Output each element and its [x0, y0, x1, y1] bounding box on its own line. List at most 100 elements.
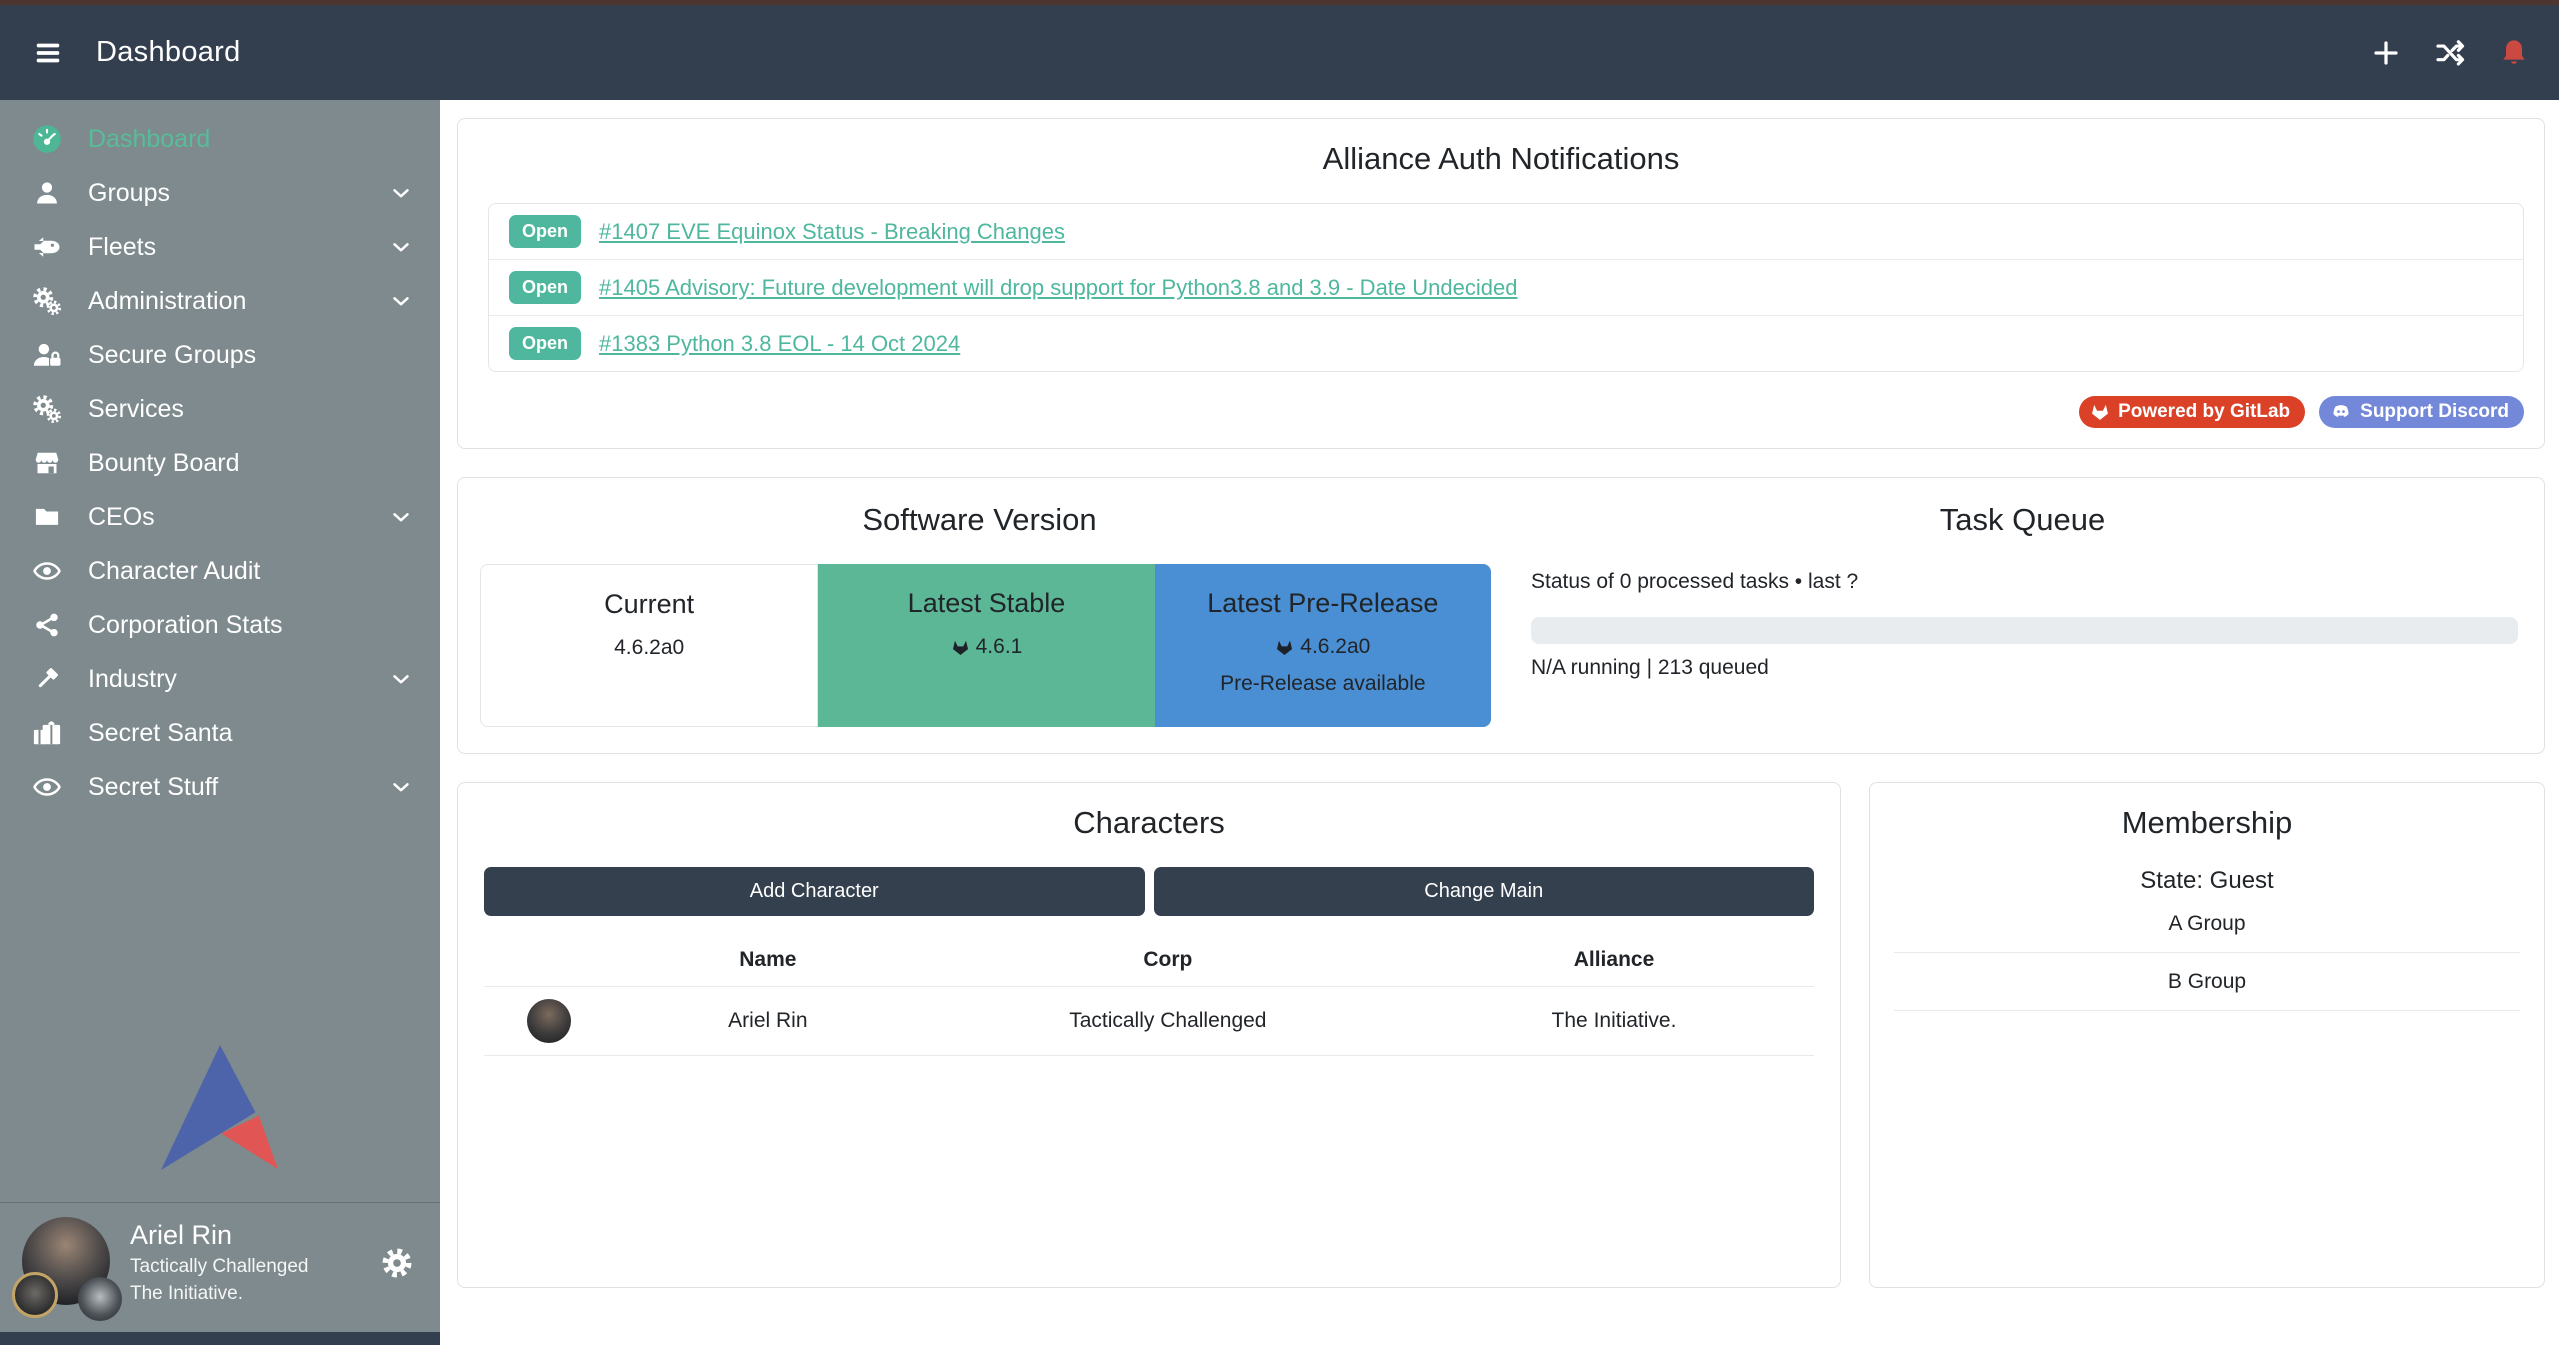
gauge-icon [30, 124, 64, 154]
sidebar-item-secret-stuff[interactable]: Secret Stuff [0, 760, 440, 814]
eye-icon [30, 772, 64, 802]
sidebar-item-ceos[interactable]: CEOs [0, 490, 440, 544]
software-taskqueue-card: Software Version Current 4.6.2a0 Latest … [457, 477, 2545, 754]
sidebar-bottom-strip [0, 1332, 440, 1345]
version-latest-stable: Latest Stable 4.6.1 [818, 564, 1154, 727]
sidebar-item-fleets[interactable]: Fleets [0, 220, 440, 274]
page-title: Dashboard [96, 36, 241, 69]
add-character-nav-button[interactable] [2369, 36, 2403, 70]
characters-card: Characters Add Character Change Main Nam… [457, 782, 1841, 1288]
table-header: Name Corp Alliance [484, 940, 1814, 987]
sidebar-item-secure-groups[interactable]: Secure Groups [0, 328, 440, 382]
powered-by-gitlab-badge[interactable]: Powered by GitLab [2079, 396, 2305, 428]
top-navbar: Dashboard [0, 5, 2559, 100]
characters-table: Name Corp Alliance Ariel Rin Tactically … [484, 940, 1814, 1056]
notification-link[interactable]: #1383 Python 3.8 EOL - 14 Oct 2024 [599, 331, 960, 357]
sidebar-item-label: Secret Santa [88, 719, 414, 748]
alliance-auth-logo [0, 1045, 440, 1170]
task-queue-progressbar [1531, 617, 2518, 644]
version-label: Latest Pre-Release [1155, 588, 1491, 619]
cell-corp: Tactically Challenged [922, 1009, 1414, 1033]
sidebar-item-corporation-stats[interactable]: Corporation Stats [0, 598, 440, 652]
notification-link[interactable]: #1405 Advisory: Future development will … [599, 275, 1517, 301]
sidebar-item-label: Bounty Board [88, 449, 414, 478]
sidebar-item-label: Fleets [88, 233, 364, 262]
gear-icon [382, 1248, 412, 1278]
share-icon [30, 610, 64, 640]
sidebar-item-label: Industry [88, 665, 364, 694]
sidebar-item-administration[interactable]: Administration [0, 274, 440, 328]
notification-item: Open #1405 Advisory: Future development … [489, 259, 2523, 315]
sidebar-toggle-button[interactable] [28, 33, 68, 73]
user-name: Ariel Rin [130, 1219, 418, 1253]
version-label: Current [481, 589, 817, 620]
notifications-button[interactable] [2497, 36, 2531, 70]
gitlab-icon [2090, 402, 2110, 422]
chevron-down-icon [388, 666, 414, 692]
sidebar-item-label: Character Audit [88, 557, 414, 586]
user-settings-button[interactable] [380, 1247, 414, 1281]
user-lock-icon [30, 340, 64, 370]
hammer-icon [30, 664, 64, 694]
gears-icon [30, 394, 64, 424]
user-corp: Tactically Challenged [130, 1253, 418, 1281]
status-badge: Open [509, 327, 581, 360]
sidebar-item-dashboard[interactable]: Dashboard [0, 112, 440, 166]
shuttle-icon [30, 232, 64, 262]
membership-card: Membership State: Guest A Group B Group [1869, 782, 2545, 1288]
corp-logo-badge [12, 1272, 58, 1318]
badge-label: Powered by GitLab [2118, 401, 2290, 423]
sidebar-item-label: Secret Stuff [88, 773, 364, 802]
software-version-section: Software Version Current 4.6.2a0 Latest … [458, 478, 1501, 727]
sidebar-item-secret-santa[interactable]: Secret Santa [0, 706, 440, 760]
sidebar-item-industry[interactable]: Industry [0, 652, 440, 706]
notification-link[interactable]: #1407 EVE Equinox Status - Breaking Chan… [599, 219, 1065, 245]
navbar-actions [2369, 36, 2531, 70]
notifications-list: Open #1407 EVE Equinox Status - Breaking… [488, 203, 2524, 372]
version-columns: Current 4.6.2a0 Latest Stable 4.6.1 Late… [480, 564, 1491, 727]
gears-icon [30, 286, 64, 316]
version-latest-prerelease: Latest Pre-Release 4.6.2a0 Pre-Release a… [1155, 564, 1491, 727]
change-main-button[interactable]: Change Main [1154, 867, 1815, 916]
eye-icon [30, 556, 64, 586]
task-queue-title: Task Queue [1501, 478, 2544, 538]
software-version-title: Software Version [458, 478, 1501, 538]
chevron-down-icon [388, 504, 414, 530]
add-character-button[interactable]: Add Character [484, 867, 1145, 916]
cell-name: Ariel Rin [614, 1009, 922, 1033]
character-portrait [527, 999, 571, 1043]
sidebar-item-label: Groups [88, 179, 364, 208]
characters-title: Characters [458, 783, 1840, 841]
notifications-title: Alliance Auth Notifications [458, 119, 2544, 177]
chevron-down-icon [388, 288, 414, 314]
membership-state: State: Guest [1894, 867, 2520, 895]
notifications-card: Alliance Auth Notifications Open #1407 E… [457, 118, 2545, 449]
notification-item: Open #1407 EVE Equinox Status - Breaking… [489, 204, 2523, 259]
sidebar-item-groups[interactable]: Groups [0, 166, 440, 220]
chevron-down-icon [388, 774, 414, 800]
table-row: Ariel Rin Tactically Challenged The Init… [484, 987, 1814, 1056]
badge-label: Support Discord [2360, 401, 2509, 423]
sidebar-item-bounty-board[interactable]: Bounty Board [0, 436, 440, 490]
version-value: 4.6.1 [976, 635, 1023, 659]
prerelease-note: Pre-Release available [1155, 672, 1491, 696]
gitlab-icon [1275, 638, 1294, 657]
membership-group: B Group [1894, 953, 2520, 1011]
sidebar-item-label: Dashboard [88, 125, 414, 154]
change-main-nav-button[interactable] [2433, 36, 2467, 70]
sidebar-item-character-audit[interactable]: Character Audit [0, 544, 440, 598]
sidebar-item-services[interactable]: Services [0, 382, 440, 436]
chevron-down-icon [388, 180, 414, 206]
support-discord-badge[interactable]: Support Discord [2319, 396, 2524, 428]
status-badge: Open [509, 271, 581, 304]
version-current: Current 4.6.2a0 [480, 564, 818, 727]
notification-footer-badges: Powered by GitLab Support Discord [458, 396, 2524, 428]
header-corp: Corp [922, 948, 1414, 972]
discord-icon [2330, 401, 2352, 423]
version-label: Latest Stable [818, 588, 1154, 619]
chevron-down-icon [388, 234, 414, 260]
version-value: 4.6.2a0 [614, 636, 684, 660]
sidebar-user-panel: Ariel Rin Tactically Challenged The Init… [0, 1202, 440, 1332]
gitlab-icon [951, 638, 970, 657]
task-queue-section: Task Queue Status of 0 processed tasks •… [1501, 478, 2544, 727]
